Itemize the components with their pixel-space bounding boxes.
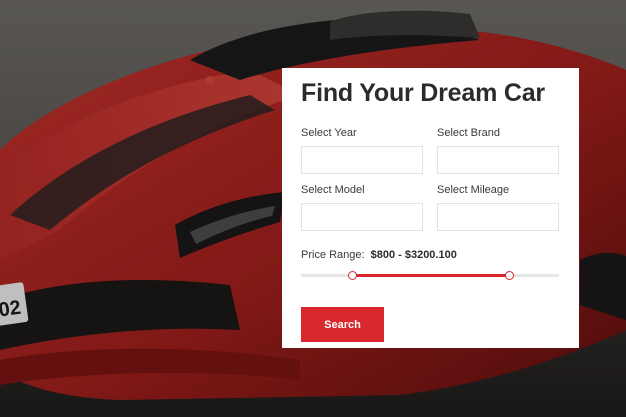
brand-input[interactable] [437,146,559,174]
price-range-value: $800 - $3200.100 [370,249,457,261]
price-range-label: Price Range: [301,249,365,261]
brand-label: Select Brand [437,127,500,139]
form-title: Find Your Dream Car [301,79,545,107]
mileage-field: Select Mileage [437,184,559,231]
price-range-row: Price Range: $800 - $3200.100 [301,249,560,261]
mileage-label: Select Mileage [437,184,510,196]
mileage-input[interactable] [437,203,559,231]
year-label: Select Year [301,127,357,139]
slider-handle-min[interactable] [348,271,358,280]
model-field: Select Model [301,184,423,231]
year-input[interactable] [301,146,423,174]
hero-section: 02 Find Your Dream Car Select Year Selec… [0,0,626,417]
model-input[interactable] [301,203,423,231]
search-button[interactable]: Search [301,307,384,342]
model-label: Select Model [301,184,365,196]
year-field: Select Year [301,127,423,174]
svg-text:02: 02 [0,297,22,322]
brand-field: Select Brand [437,127,559,174]
price-range-slider[interactable] [301,271,559,281]
slider-handle-max[interactable] [505,271,515,280]
slider-selected-range [352,274,510,277]
search-form-card: Find Your Dream Car Select Year Select B… [282,68,579,348]
field-grid: Select Year Select Brand Select Model Se… [301,127,560,231]
